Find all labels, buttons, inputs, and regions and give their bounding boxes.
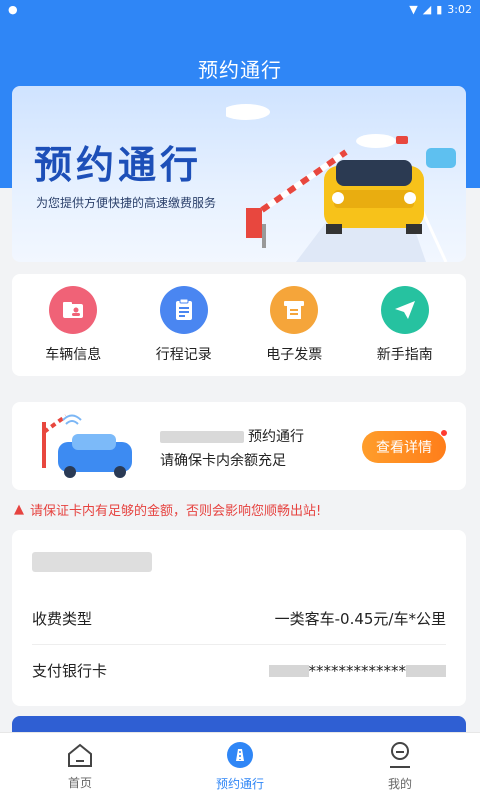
masked-plate xyxy=(160,431,244,443)
fee-type-label: 收费类型 xyxy=(32,609,93,628)
bank-card-label: 支付银行卡 xyxy=(32,662,108,680)
masked-card-suffix xyxy=(406,665,446,677)
warning-text: 请保证卡内有足够的金额，否则会影响您顺畅出站! xyxy=(30,504,322,519)
masked-license-plate xyxy=(32,552,152,572)
signal-icon: ◢ xyxy=(422,2,432,16)
fee-type-row: 收费类型 一类客车-0.45元/车*公里 xyxy=(32,592,446,644)
app-status-icon: ● xyxy=(8,2,18,16)
trip-record-button[interactable]: 行程记录 xyxy=(134,286,234,364)
banner-illustration xyxy=(226,104,456,262)
trip-record-icon xyxy=(159,286,208,334)
tab-reservation-label: 预约通行 xyxy=(215,777,264,791)
e-invoice-button[interactable]: 电子发票 xyxy=(244,286,344,364)
car-toll-illustration xyxy=(42,414,132,478)
quick-actions: 车辆信息 行程记录 电子发票 新手指南 xyxy=(12,274,466,376)
tab-reservation[interactable]: 预约通行 xyxy=(160,733,320,800)
status-time: 3:02 xyxy=(447,2,472,16)
view-details-button[interactable]: 查看详情 xyxy=(362,429,448,463)
banner-subtitle: 为您提供方便快捷的高速缴费服务 xyxy=(36,196,217,210)
guide-icon xyxy=(380,286,429,334)
balance-warning: ▲ 请保证卡内有足够的金额，否则会影响您顺畅出站! xyxy=(14,500,468,519)
hero-banner: 预约通行 为您提供方便快捷的高速缴费服务 xyxy=(12,86,466,262)
vehicle-info-button[interactable]: 车辆信息 xyxy=(23,286,123,364)
bank-card-row: 支付银行卡 ************* xyxy=(32,644,446,696)
notification-dot xyxy=(440,429,448,437)
notice-line-2: 请确保卡内余额充足 xyxy=(160,453,286,469)
warning-icon: ▲ xyxy=(14,502,24,517)
tab-profile[interactable]: 我的 xyxy=(320,733,480,800)
trip-record-label: 行程记录 xyxy=(155,347,212,363)
status-bar: ● ▼ ◢ ▮ 3:02 xyxy=(0,0,480,18)
reservation-info-card: 收费类型 一类客车-0.45元/车*公里 支付银行卡 ************* xyxy=(12,530,466,706)
guide-label: 新手指南 xyxy=(376,347,433,363)
status-right: ▼ ◢ ▮ 3:02 xyxy=(409,3,472,16)
reservation-notice-card: 预约通行 请确保卡内余额充足 查看详情 xyxy=(12,402,466,490)
fee-type-value: 一类客车-0.45元/车*公里 xyxy=(274,609,446,628)
vehicle-info-label: 车辆信息 xyxy=(45,347,102,363)
tab-home[interactable]: 首页 xyxy=(0,733,160,800)
page-title: 预约通行 xyxy=(198,58,282,82)
vehicle-info-icon xyxy=(49,286,98,334)
masked-card-prefix xyxy=(268,665,309,677)
reservation-icon xyxy=(227,742,253,768)
banner-title: 预约通行 xyxy=(34,143,203,187)
profile-icon xyxy=(390,742,410,768)
guide-button[interactable]: 新手指南 xyxy=(355,286,455,364)
e-invoice-icon xyxy=(270,286,319,334)
wifi-icon: ▼ xyxy=(409,2,418,16)
bank-card-value: ************* xyxy=(268,662,446,680)
battery-icon: ▮ xyxy=(436,2,443,16)
tab-home-label: 首页 xyxy=(67,776,92,790)
notice-line-1: 预约通行 xyxy=(160,426,304,446)
e-invoice-label: 电子发票 xyxy=(266,347,323,363)
tab-profile-label: 我的 xyxy=(387,777,412,791)
home-icon xyxy=(68,743,92,767)
bottom-tab-bar: 首页 预约通行 我的 xyxy=(0,732,480,800)
